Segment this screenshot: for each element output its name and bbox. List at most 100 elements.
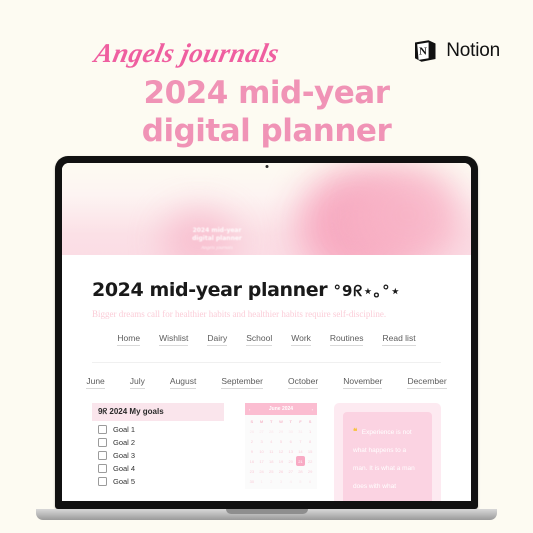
calendar-day[interactable]: 10: [257, 446, 267, 456]
month-link-october[interactable]: October: [287, 376, 319, 389]
calendar-day[interactable]: 11: [266, 446, 276, 456]
calendar-day[interactable]: 13: [286, 446, 296, 456]
goals-panel-header: 9ᖇ 2024 My goals: [92, 403, 224, 421]
list-item[interactable]: Goal 2: [92, 434, 224, 447]
calendar-day[interactable]: 31: [296, 426, 306, 436]
nav-link-school[interactable]: School: [246, 333, 273, 346]
calendar-day[interactable]: 30: [286, 426, 296, 436]
goal-label: Goal 3: [113, 451, 136, 460]
nav-link-routines[interactable]: Routines: [329, 333, 364, 346]
calendar-day[interactable]: 27: [286, 466, 296, 476]
list-item[interactable]: Goal 4: [92, 460, 224, 473]
calendar-day[interactable]: 6: [305, 476, 315, 486]
calendar-day[interactable]: 20: [286, 456, 296, 466]
notion-wordmark: Notion: [446, 40, 500, 61]
month-link-september[interactable]: September: [221, 376, 263, 389]
month-link-june[interactable]: June: [86, 376, 105, 389]
notion-nav-links: Home Wishlist Dairy School Work Routines…: [92, 333, 441, 346]
calendar-day[interactable]: 24: [257, 466, 267, 476]
month-link-july[interactable]: July: [129, 376, 145, 389]
chevron-right-icon[interactable]: ›: [312, 407, 313, 412]
calendar-weekday: T: [289, 419, 292, 424]
cover-title-line-1: 2024 mid-year: [192, 227, 242, 234]
calendar-day[interactable]: 7: [296, 436, 306, 446]
cover-subtitle: Angels journals: [201, 246, 233, 251]
goal-checkbox[interactable]: [98, 438, 107, 447]
calendar-weekday: F: [299, 419, 302, 424]
nav-link-read-list[interactable]: Read list: [382, 333, 416, 346]
calendar-day[interactable]: 27: [257, 426, 267, 436]
calendar-day[interactable]: 5: [276, 436, 286, 446]
calendar-day[interactable]: 15: [305, 446, 315, 456]
calendar-grid: S M T W T F S 26 27 28 29 30 31 1 2 3 4 5 6 7 8 9 10 11 12 13 14 15…: [245, 415, 317, 489]
nav-link-dairy[interactable]: Dairy: [207, 333, 228, 346]
cover-title: 2024 mid-year digital planner Angels jou…: [174, 227, 260, 253]
goal-label: Goal 2: [113, 438, 136, 447]
calendar-day[interactable]: 2: [247, 436, 257, 446]
calendar-day[interactable]: 23: [247, 466, 257, 476]
hero-line-1: 2024 mid-year: [143, 75, 391, 111]
calendar-day[interactable]: 1: [305, 426, 315, 436]
notion-page-title-decoration: °9ᖇ⋆｡°⋆: [333, 282, 402, 300]
notion-cube-icon: N: [412, 38, 438, 64]
calendar-widget: ‹ June 2024 › S M T W T F S 26 27 28 29 30 31 1 2 3 4 5 6 7…: [245, 403, 317, 489]
calendar-day[interactable]: 26: [276, 466, 286, 476]
calendar-day[interactable]: 29: [305, 466, 315, 476]
calendar-day[interactable]: 2: [266, 476, 276, 486]
calendar-day[interactable]: 3: [276, 476, 286, 486]
calendar-day[interactable]: 18: [266, 456, 276, 466]
cover-blob-heart-right: [354, 165, 462, 255]
month-link-august[interactable]: August: [169, 376, 197, 389]
laptop-lid: 2024 mid-year digital planner Angels jou…: [55, 156, 478, 509]
calendar-day[interactable]: 28: [296, 466, 306, 476]
nav-link-work[interactable]: Work: [291, 333, 311, 346]
list-item[interactable]: Goal 3: [92, 447, 224, 460]
calendar-day[interactable]: 12: [276, 446, 286, 456]
calendar-day[interactable]: 19: [276, 456, 286, 466]
calendar-day[interactable]: 3: [257, 436, 267, 446]
calendar-day[interactable]: 17: [257, 456, 267, 466]
laptop-mockup: 2024 mid-year digital planner Angels jou…: [36, 156, 497, 520]
calendar-day[interactable]: 29: [276, 426, 286, 436]
laptop-base: [36, 509, 497, 520]
calendar-title: June 2024: [268, 406, 294, 412]
calendar-weekday: S: [250, 419, 254, 424]
goal-label: Goal 1: [113, 425, 136, 434]
calendar-day[interactable]: 5: [296, 476, 306, 486]
calendar-day[interactable]: 22: [305, 456, 315, 466]
quote-mark-icon: ❝: [353, 427, 358, 436]
calendar-day[interactable]: 30: [247, 476, 257, 486]
calendar-weekday: S: [308, 419, 312, 424]
goals-panel: 9ᖇ 2024 My goals Goal 1 Goal 2 Goal 3 Go…: [92, 403, 224, 486]
nav-link-wishlist[interactable]: Wishlist: [159, 333, 189, 346]
calendar-day[interactable]: 6: [286, 436, 296, 446]
notion-page-title-text: 2024 mid-year planner: [92, 279, 328, 301]
list-item[interactable]: Goal 1: [92, 421, 224, 434]
list-item[interactable]: Goal 5: [92, 473, 224, 486]
goal-checkbox[interactable]: [98, 477, 107, 486]
goal-checkbox[interactable]: [98, 464, 107, 473]
goal-checkbox[interactable]: [98, 451, 107, 460]
calendar-day[interactable]: 26: [247, 426, 257, 436]
chevron-left-icon[interactable]: ‹: [249, 407, 250, 412]
calendar-day[interactable]: 16: [247, 456, 257, 466]
calendar-day[interactable]: 4: [286, 476, 296, 486]
calendar-day[interactable]: 14: [296, 446, 306, 456]
goal-label: Goal 5: [113, 477, 136, 486]
calendar-day[interactable]: 25: [266, 466, 276, 476]
month-link-december[interactable]: December: [407, 376, 447, 389]
svg-text:N: N: [419, 46, 427, 58]
goal-label: Goal 4: [113, 464, 136, 473]
calendar-day[interactable]: 9: [247, 446, 257, 456]
notion-cover-banner: 2024 mid-year digital planner Angels jou…: [62, 163, 471, 255]
nav-link-home[interactable]: Home: [117, 333, 141, 346]
calendar-day[interactable]: 21: [295, 456, 306, 466]
calendar-day[interactable]: 4: [266, 436, 276, 446]
calendar-day[interactable]: 1: [257, 476, 267, 486]
month-link-november[interactable]: November: [343, 376, 383, 389]
calendar-day[interactable]: 28: [266, 426, 276, 436]
notion-lockup: N Notion: [412, 38, 500, 64]
calendar-weekday: M: [259, 419, 264, 424]
goal-checkbox[interactable]: [98, 425, 107, 434]
calendar-day[interactable]: 8: [305, 436, 315, 446]
